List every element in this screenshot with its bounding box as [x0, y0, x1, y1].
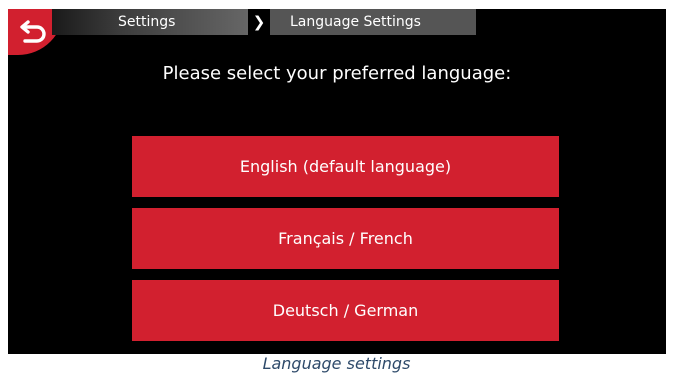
figure-caption: Language settings [262, 354, 411, 373]
device-screen: Settings ❯ Language Settings Please sele… [8, 9, 666, 354]
breadcrumb-language-label: Language Settings [290, 14, 421, 30]
breadcrumb-language-settings: Language Settings [270, 9, 476, 35]
language-options: English (default language) Français / Fr… [132, 136, 559, 352]
breadcrumb-settings-label: Settings [118, 14, 176, 30]
language-english-button[interactable]: English (default language) [132, 136, 559, 197]
breadcrumb: Settings ❯ Language Settings [52, 9, 476, 35]
chevron-right-icon: ❯ [248, 9, 270, 35]
page-prompt: Please select your preferred language: [162, 63, 512, 84]
back-arrow-icon [20, 20, 46, 43]
breadcrumb-settings[interactable]: Settings [52, 9, 248, 35]
language-german-button[interactable]: Deutsch / German [132, 280, 559, 341]
language-french-button[interactable]: Français / French [132, 208, 559, 269]
